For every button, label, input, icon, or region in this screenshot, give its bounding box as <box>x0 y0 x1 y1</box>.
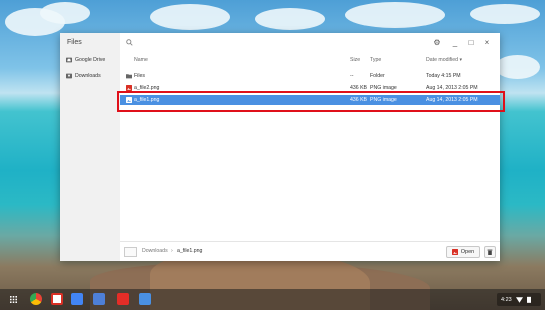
file-type: Folder <box>370 73 385 79</box>
sidebar-item-google-drive[interactable]: Google Drive <box>66 55 118 65</box>
chrome-icon[interactable] <box>30 293 42 305</box>
docs-icon[interactable] <box>93 293 105 305</box>
column-type[interactable]: Type <box>370 57 381 63</box>
youtube-icon[interactable] <box>117 293 129 305</box>
selection-highlight-annotation <box>117 91 505 112</box>
gmail-icon[interactable] <box>51 293 63 305</box>
app-title: Files <box>67 39 82 46</box>
breadcrumb-file: a_file1.png <box>177 248 203 254</box>
status-area[interactable]: 4:23 <box>497 293 541 306</box>
sidebar-item-downloads[interactable]: Downloads <box>66 71 118 81</box>
maximize-button[interactable]: □ <box>466 37 476 47</box>
shelf: 4:23 <box>0 289 545 310</box>
sidebar-item-label: Downloads <box>75 73 101 79</box>
file-thumbnail <box>124 247 137 257</box>
sidebar: Files Google Drive Downloads <box>60 33 120 261</box>
column-header: Name Size Type Date modified ▾ <box>120 55 500 67</box>
downloads-icon <box>66 73 72 79</box>
delete-button[interactable] <box>484 246 496 258</box>
file-date: Today 4:15 PM <box>426 73 461 79</box>
file-name: Files <box>134 73 145 79</box>
app-launcher-icon[interactable] <box>10 296 17 303</box>
sidebar-item-label: Google Drive <box>75 57 106 63</box>
drive-icon <box>66 57 72 63</box>
files-app-window: Files Google Drive Downloads ⚙ _ □ × Nam… <box>60 33 500 261</box>
bottom-bar: Downloads › a_file1.png Open <box>120 241 500 261</box>
column-size[interactable]: Size <box>350 57 360 63</box>
clock: 4:23 <box>501 296 512 303</box>
file-list-pane: ⚙ _ □ × Name Size Type Date modified ▾ F… <box>120 33 500 261</box>
battery-icon <box>526 296 531 303</box>
search-app-icon[interactable] <box>71 293 83 305</box>
file-row[interactable]: Files -- Folder Today 4:15 PM <box>120 71 500 81</box>
wifi-icon <box>515 296 523 303</box>
gear-icon[interactable]: ⚙ <box>432 37 442 47</box>
toolbar: ⚙ _ □ × <box>120 33 500 53</box>
search-input[interactable] <box>136 37 336 49</box>
minimize-button[interactable]: _ <box>450 37 460 47</box>
open-button-label: Open <box>460 249 475 255</box>
file-size: -- <box>350 73 354 79</box>
files-app-icon[interactable] <box>139 293 151 305</box>
column-date-modified[interactable]: Date modified ▾ <box>426 57 462 63</box>
breadcrumb-downloads[interactable]: Downloads <box>142 248 168 254</box>
search-icon[interactable] <box>126 39 133 46</box>
breadcrumb-separator: › <box>171 248 173 254</box>
column-name[interactable]: Name <box>134 57 148 63</box>
trash-icon <box>487 249 493 255</box>
folder-icon <box>126 74 132 79</box>
image-icon <box>451 249 458 255</box>
close-button[interactable]: × <box>482 37 492 47</box>
open-button[interactable]: Open <box>446 246 480 258</box>
